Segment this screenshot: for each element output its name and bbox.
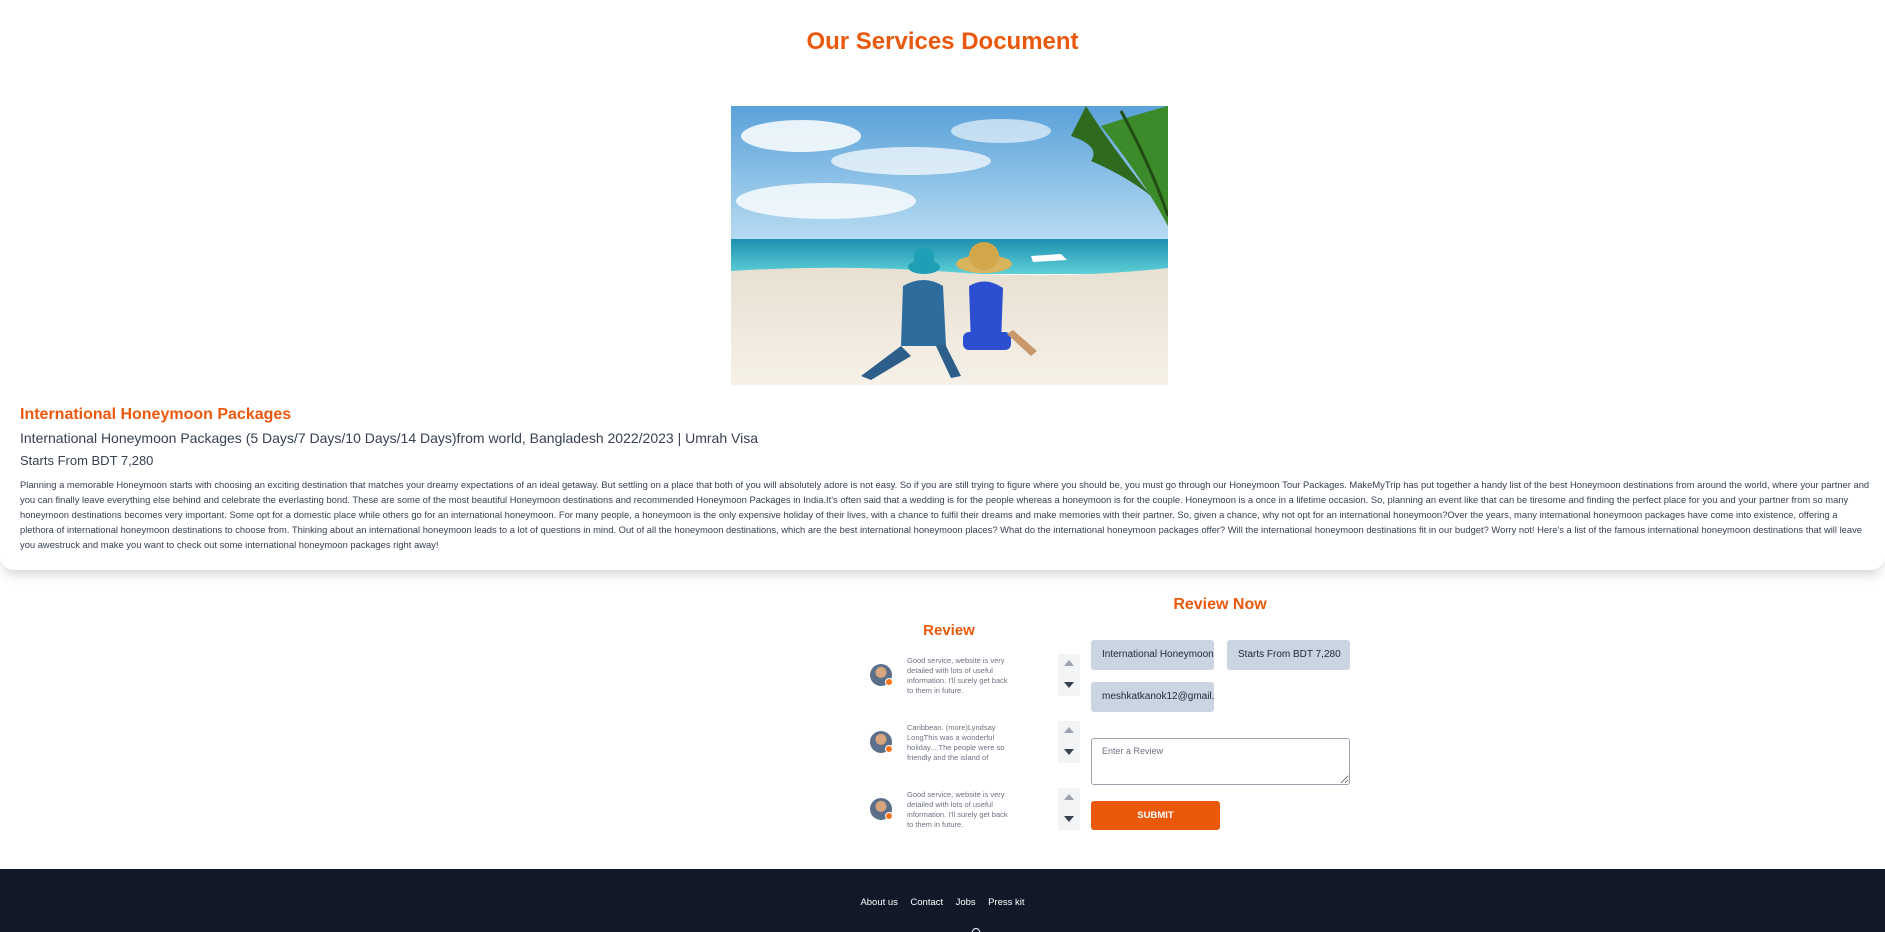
submit-button[interactable]: SUBMIT <box>1091 801 1220 830</box>
review-now-title: Review Now <box>1173 596 1267 613</box>
review-scrollbar[interactable] <box>1058 788 1080 830</box>
package-title: International Honeymoon Packages <box>20 406 292 423</box>
footer: About us Contact Jobs Press kit <box>0 869 1885 932</box>
footer-link-contact[interactable]: Contact <box>910 897 943 908</box>
review-item: Good service, website is very detailed w… <box>869 788 1080 836</box>
review-text: Good service, website is very detailed w… <box>907 656 1008 695</box>
package-description: Planning a memorable Honeymoon starts wi… <box>20 479 1870 550</box>
scroll-down-icon[interactable] <box>1064 682 1074 688</box>
badge-icon <box>885 678 893 686</box>
scroll-up-icon[interactable] <box>1064 794 1074 800</box>
review-text: Caribbean. (more)Lyndsay LongThis was a … <box>907 723 1005 762</box>
package-price: Starts From BDT 7,280 <box>20 453 154 468</box>
scroll-up-icon[interactable] <box>1064 727 1074 733</box>
review-scrollbar[interactable] <box>1058 721 1080 763</box>
footer-link-about[interactable]: About us <box>860 897 898 908</box>
package-name-field[interactable]: International Honeymoon Packages <box>1091 640 1214 670</box>
scroll-down-icon[interactable] <box>1064 749 1074 755</box>
review-item: Good service, website is very detailed w… <box>869 654 1080 702</box>
hero-image <box>731 106 1168 385</box>
page-title: Our Services Document <box>806 28 1079 55</box>
footer-link-press-kit[interactable]: Press kit <box>988 897 1024 908</box>
scroll-down-icon[interactable] <box>1064 816 1074 822</box>
reviews-title: Review <box>923 622 975 639</box>
footer-nav: About us Contact Jobs Press kit <box>0 892 1885 910</box>
review-scrollbar[interactable] <box>1058 654 1080 696</box>
review-textarea[interactable] <box>1091 738 1350 785</box>
review-text: Good service, website is very detailed w… <box>907 790 1008 829</box>
footer-link-jobs[interactable]: Jobs <box>956 897 976 908</box>
social-icon[interactable] <box>972 928 980 932</box>
badge-icon <box>885 812 893 820</box>
price-field[interactable]: Starts From BDT 7,280 <box>1227 640 1350 670</box>
package-subtitle: International Honeymoon Packages (5 Days… <box>20 430 758 446</box>
beach-couple-photo <box>731 106 1168 385</box>
email-field[interactable]: meshkatkanok12@gmail.com <box>1091 682 1214 712</box>
scroll-up-icon[interactable] <box>1064 660 1074 666</box>
review-item: Caribbean. (more)Lyndsay LongThis was a … <box>869 721 1080 769</box>
badge-icon <box>885 745 893 753</box>
service-card: Our Services Document International Hone… <box>0 0 1885 570</box>
